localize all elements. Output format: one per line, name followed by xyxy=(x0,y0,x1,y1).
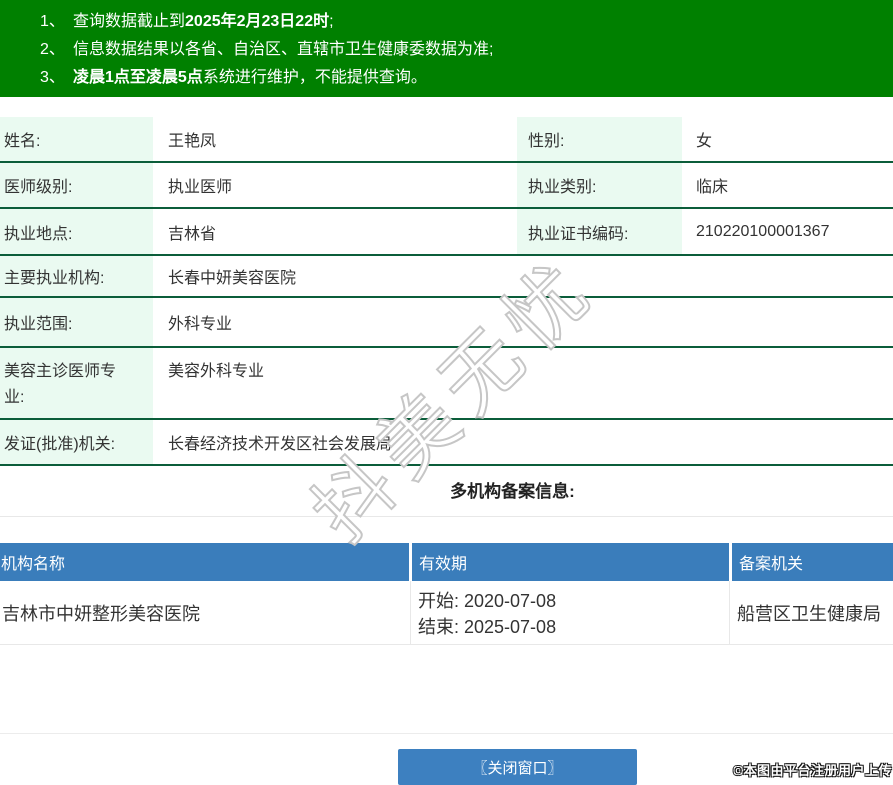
notice-number: 3、 xyxy=(40,69,65,86)
notice-text: ; xyxy=(329,13,334,30)
table-row: 美容主诊医师专业: 美容外科专业 xyxy=(0,348,893,420)
divider xyxy=(0,516,893,517)
validity-value: 开始: 2020-07-08 结束: 2025-07-08 xyxy=(410,581,729,644)
table-row: 执业地点: 吉林省 执业证书编码: 210220100001367 xyxy=(0,209,893,256)
org-name-column-header: 机构名称 xyxy=(0,543,409,581)
issuing-authority-value: 长春经济技术开发区社会发展局 xyxy=(168,436,393,453)
validity-end: 结束: 2025-07-08 xyxy=(418,617,557,637)
table-row: 医师级别: 执业医师 执业类别: 临床 xyxy=(0,163,893,209)
notice-number: 1、 xyxy=(40,13,65,30)
org-name-value: 吉林市中妍整形美容医院 xyxy=(2,603,200,624)
table-row: 主要执业机构: 长春中妍美容医院 xyxy=(0,256,893,298)
filing-table-row: 吉林市中妍整形美容医院 开始: 2020-07-08 结束: 2025-07-0… xyxy=(0,581,893,645)
filing-authority-value: 船营区卫生健康局 xyxy=(729,581,893,644)
practice-category-label: 执业类别: xyxy=(517,163,682,207)
certificate-number-label: 执业证书编码: xyxy=(517,209,682,254)
divider xyxy=(0,733,893,734)
cosmetic-specialty-value: 美容外科专业 xyxy=(168,363,265,380)
name-label: 姓名: xyxy=(0,117,153,161)
doctor-level-value: 执业医师 xyxy=(168,179,233,196)
notice-banner: 1、 查询数据截止到2025年2月23日22时; 2、 信息数据结果以各省、自治区、… xyxy=(0,0,893,97)
filing-table: 机构名称 有效期 备案机关 吉林市中妍整形美容医院 开始: 2020-07-08… xyxy=(0,543,893,645)
filing-section-title: 多机构备案信息: xyxy=(450,482,575,501)
filing-authority-column-header: 备案机关 xyxy=(732,543,893,581)
table-row: 执业范围: 外科专业 xyxy=(0,298,893,348)
main-institution-value: 长春中妍美容医院 xyxy=(168,270,297,287)
practice-category-value: 临床 xyxy=(696,179,729,196)
practice-location-label: 执业地点: xyxy=(0,209,153,254)
filing-table-header: 机构名称 有效期 备案机关 xyxy=(0,543,893,581)
doctor-level-label: 医师级别: xyxy=(0,163,153,207)
notice-line-1: 1、 查询数据截止到2025年2月23日22时; xyxy=(40,8,893,36)
table-row: 姓名: 王艳凤 性别: 女 xyxy=(0,117,893,163)
main-institution-label: 主要执业机构: xyxy=(0,256,153,296)
notice-text-bold: 2025年2月23日22时 xyxy=(185,13,330,30)
practice-scope-value: 外科专业 xyxy=(168,316,233,333)
notice-line-2: 2、 信息数据结果以各省、自治区、直辖市卫生健康委数据为准; xyxy=(40,36,893,64)
notice-text: 信息数据结果以各省、自治区、直辖市卫生健康委数据为准; xyxy=(73,41,494,58)
validity-start: 开始: 2020-07-08 xyxy=(418,591,557,611)
notice-text: 查询数据截止到 xyxy=(73,13,186,30)
practitioner-info-table: 姓名: 王艳凤 性别: 女 医师级别: 执业医师 执业类别: 临床 执业地点: … xyxy=(0,117,893,466)
practice-scope-label: 执业范围: xyxy=(0,298,153,346)
gender-label: 性别: xyxy=(517,117,682,161)
gender-value: 女 xyxy=(696,133,713,150)
notice-line-3: 3、 凌晨1点至凌晨5点系统进行维护，不能提供查询。 xyxy=(40,64,893,92)
validity-column-header: 有效期 xyxy=(412,543,729,581)
notice-number: 2、 xyxy=(40,41,65,58)
uploader-stamp: ©本图由平台注册用户上传 xyxy=(733,763,892,778)
table-row: 发证(批准)机关: 长春经济技术开发区社会发展局 xyxy=(0,420,893,466)
practice-location-value: 吉林省 xyxy=(168,225,217,243)
issuing-authority-label: 发证(批准)机关: xyxy=(0,420,153,464)
name-value: 王艳凤 xyxy=(168,133,217,150)
cosmetic-specialty-label: 美容主诊医师专业: xyxy=(0,348,153,418)
certificate-number-value: 210220100001367 xyxy=(696,222,830,240)
notice-text: 系统进行维护，不能提供查询。 xyxy=(202,69,427,86)
notice-text-bold: 凌晨1点至凌晨5点 xyxy=(73,69,203,86)
